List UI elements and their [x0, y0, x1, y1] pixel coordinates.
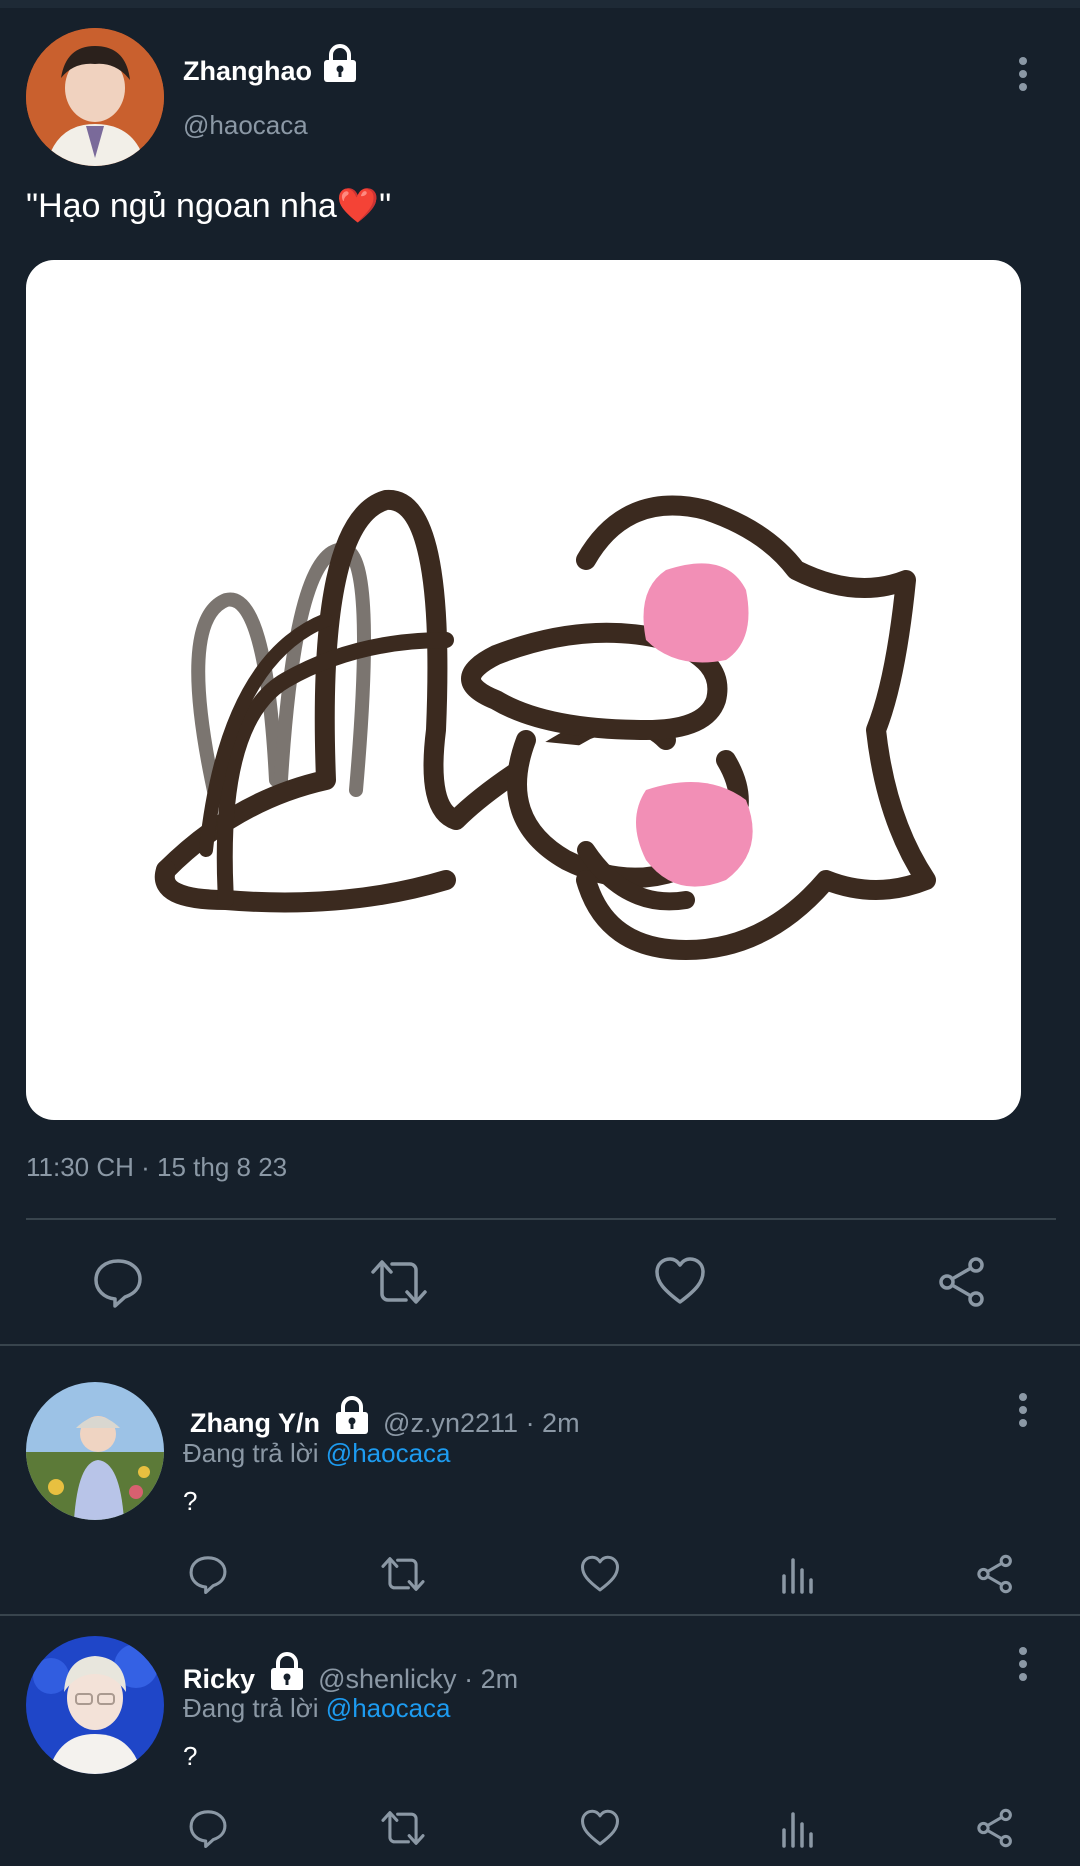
reply-display-name[interactable]: Ricky — [183, 1664, 255, 1694]
more-vert-icon[interactable] — [1016, 1646, 1030, 1682]
reply-text: ? — [183, 1486, 198, 1516]
reply-text: ? — [183, 1741, 198, 1771]
reply-avatar[interactable] — [26, 1382, 164, 1520]
top-divider — [0, 0, 1080, 8]
reply-divider — [0, 1614, 1080, 1616]
retweet-icon[interactable] — [370, 1256, 428, 1308]
reply-display-name[interactable]: Zhang Y/n — [190, 1408, 320, 1438]
replying-prefix: Đang trả lời — [183, 1438, 319, 1468]
analytics-icon[interactable] — [780, 1808, 816, 1848]
reply-handle[interactable]: @z.yn2211 — [383, 1408, 518, 1438]
reply-icon[interactable] — [92, 1256, 144, 1308]
like-icon[interactable] — [654, 1256, 706, 1306]
analytics-icon[interactable] — [780, 1554, 816, 1594]
reply-handle[interactable]: @shenlicky — [318, 1664, 456, 1694]
reply-icon[interactable] — [188, 1554, 228, 1594]
share-icon[interactable] — [975, 1554, 1015, 1594]
tweet-text: "Hạo ngủ ngoan nha❤️" — [26, 187, 392, 225]
lock-icon — [269, 1652, 305, 1692]
timestamp-divider — [26, 1218, 1056, 1220]
reply-icon[interactable] — [188, 1808, 228, 1848]
reply-header: Ricky @shenlicky · 2m — [183, 1652, 518, 1695]
like-icon[interactable] — [580, 1555, 620, 1593]
like-icon[interactable] — [580, 1809, 620, 1847]
reply-time: · 2m — [525, 1408, 580, 1438]
replying-to-line: Đang trả lời @haocaca — [183, 1693, 451, 1724]
more-vert-icon[interactable] — [1016, 1392, 1030, 1428]
author-handle[interactable]: @haocaca — [183, 110, 308, 141]
section-divider — [0, 1344, 1080, 1346]
replying-to-link[interactable]: @haocaca — [326, 1693, 451, 1723]
author-display-name[interactable]: Zhanghao — [183, 56, 312, 87]
share-icon[interactable] — [975, 1808, 1015, 1848]
replying-to-link[interactable]: @haocaca — [326, 1438, 451, 1468]
lock-icon — [322, 44, 358, 84]
reply-avatar[interactable] — [26, 1636, 164, 1774]
share-icon[interactable] — [936, 1256, 988, 1308]
retweet-icon[interactable] — [380, 1808, 426, 1848]
author-avatar[interactable] — [26, 28, 164, 166]
tweet-image[interactable] — [26, 260, 1021, 1120]
lock-icon — [334, 1396, 370, 1436]
replying-prefix: Đang trả lời — [183, 1693, 319, 1723]
reply-header: Zhang Y/n @z.yn2211 · 2m — [190, 1396, 580, 1439]
tweet-timestamp[interactable]: 11:30 CH · 15 thg 8 23 — [26, 1152, 287, 1183]
retweet-icon[interactable] — [380, 1554, 426, 1594]
more-vert-icon[interactable] — [1016, 56, 1030, 92]
reply-time: · 2m — [464, 1664, 519, 1694]
replying-to-line: Đang trả lời @haocaca — [183, 1438, 451, 1469]
